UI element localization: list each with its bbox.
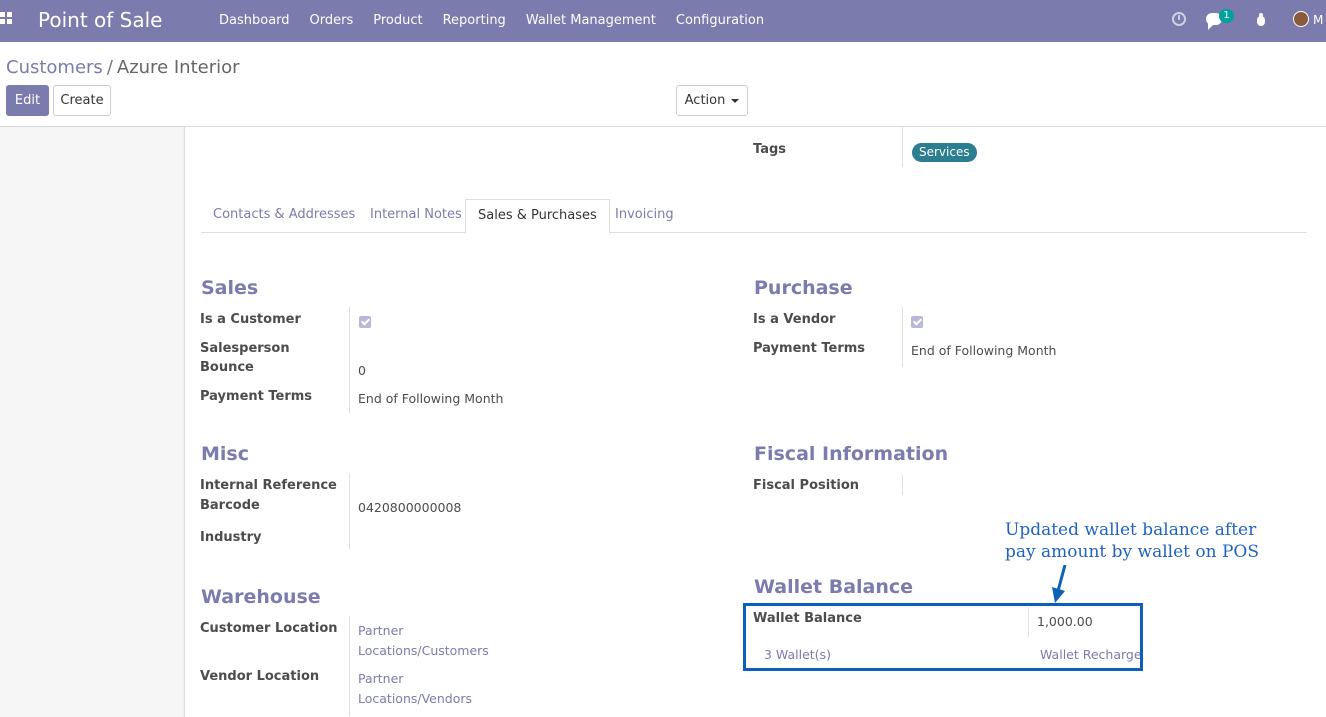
salesperson-label: Salesperson xyxy=(200,341,290,356)
vendor-location-label: Vendor Location xyxy=(200,669,320,684)
menu-item-wallet-management[interactable]: Wallet Management xyxy=(526,13,656,28)
divider xyxy=(349,473,350,549)
top-navbar: Point of Sale Dashboard Orders Product R… xyxy=(0,0,1326,42)
annotation-line-2: pay amount by wallet on POS xyxy=(1005,542,1260,562)
purchase-payment-terms-label: Payment Terms xyxy=(753,341,866,356)
is-customer-checkbox[interactable] xyxy=(359,316,371,328)
purchase-payment-terms-value[interactable]: End of Following Month xyxy=(911,343,1056,358)
menu-item-configuration[interactable]: Configuration xyxy=(676,13,764,28)
action-dropdown-button[interactable]: Action xyxy=(676,85,748,116)
activity-clock-icon[interactable] xyxy=(1172,12,1186,26)
customer-location-link-line2[interactable]: Locations/Customers xyxy=(358,643,489,658)
user-avatar[interactable] xyxy=(1293,11,1309,27)
notebook-tabs: Contacts & Addresses Internal Notes Sale… xyxy=(201,199,1307,234)
form-view: Tags Services Contacts & Addresses Inter… xyxy=(0,127,1326,717)
divider xyxy=(902,475,903,495)
wallet-highlight-box xyxy=(743,603,1143,671)
barcode-value: 0420800000008 xyxy=(358,500,462,515)
tab-internal-notes[interactable]: Internal Notes xyxy=(358,199,474,233)
annotation-text: Updated wallet balance after pay amount … xyxy=(1005,519,1305,563)
fiscal-position-label: Fiscal Position xyxy=(753,478,860,493)
tags-label: Tags xyxy=(753,142,787,157)
purchase-section-title: Purchase xyxy=(754,277,853,299)
apps-menu-icon[interactable] xyxy=(0,12,14,28)
main-menu: Dashboard Orders Product Reporting Walle… xyxy=(219,13,784,28)
tab-contacts-addresses[interactable]: Contacts & Addresses xyxy=(201,199,367,233)
breadcrumb-customers[interactable]: Customers xyxy=(6,57,103,78)
industry-label: Industry xyxy=(200,530,262,545)
bounce-value: 0 xyxy=(358,363,366,378)
debug-bug-icon[interactable] xyxy=(1255,13,1267,26)
bounce-label: Bounce xyxy=(200,360,254,375)
internal-reference-label: Internal Reference xyxy=(200,478,337,493)
customer-location-label: Customer Location xyxy=(200,621,338,636)
is-vendor-checkbox[interactable] xyxy=(911,316,923,328)
wallet-section-title: Wallet Balance xyxy=(754,576,914,598)
barcode-label: Barcode xyxy=(200,498,260,513)
menu-item-product[interactable]: Product xyxy=(373,13,422,28)
is-vendor-label: Is a Vendor xyxy=(753,312,836,327)
is-customer-label: Is a Customer xyxy=(200,312,301,327)
action-label: Action xyxy=(684,93,726,108)
tab-invoicing[interactable]: Invoicing xyxy=(603,199,686,233)
sales-payment-terms-label: Payment Terms xyxy=(200,389,313,404)
menu-item-reporting[interactable]: Reporting xyxy=(443,13,506,28)
vendor-location-link-line2[interactable]: Locations/Vendors xyxy=(358,691,472,706)
breadcrumb-separator: / xyxy=(106,57,113,78)
app-title[interactable]: Point of Sale xyxy=(38,8,162,32)
annotation-line-1: Updated wallet balance after xyxy=(1005,520,1257,540)
create-button[interactable]: Create xyxy=(53,85,111,116)
messages-count-badge: 1 xyxy=(1219,9,1234,23)
warehouse-section-title: Warehouse xyxy=(201,586,321,608)
caret-down-icon xyxy=(731,98,740,103)
misc-section-title: Misc xyxy=(201,443,249,465)
divider xyxy=(349,616,350,716)
customer-location-link-line1[interactable]: Partner xyxy=(358,623,403,638)
fiscal-section-title: Fiscal Information xyxy=(754,443,949,465)
tab-sales-purchases[interactable]: Sales & Purchases xyxy=(465,199,610,234)
sales-section-title: Sales xyxy=(201,277,259,299)
tag-services-badge[interactable]: Services xyxy=(912,143,977,162)
sales-payment-terms-value[interactable]: End of Following Month xyxy=(358,391,503,406)
control-panel: Customers / Azure Interior Edit Create Act… xyxy=(0,42,1326,127)
divider xyxy=(902,307,903,367)
menu-item-dashboard[interactable]: Dashboard xyxy=(219,13,290,28)
breadcrumb-current: Azure Interior xyxy=(116,57,240,78)
edit-button[interactable]: Edit xyxy=(6,85,49,116)
user-name[interactable]: M xyxy=(1313,13,1323,27)
annotation-arrow-icon xyxy=(1052,565,1067,603)
divider xyxy=(349,307,350,413)
menu-item-orders[interactable]: Orders xyxy=(310,13,354,28)
vendor-location-link-line1[interactable]: Partner xyxy=(358,671,403,686)
divider xyxy=(902,127,903,167)
breadcrumb: Customers / Azure Interior xyxy=(6,57,240,78)
form-sheet: Tags Services Contacts & Addresses Inter… xyxy=(184,127,1326,717)
